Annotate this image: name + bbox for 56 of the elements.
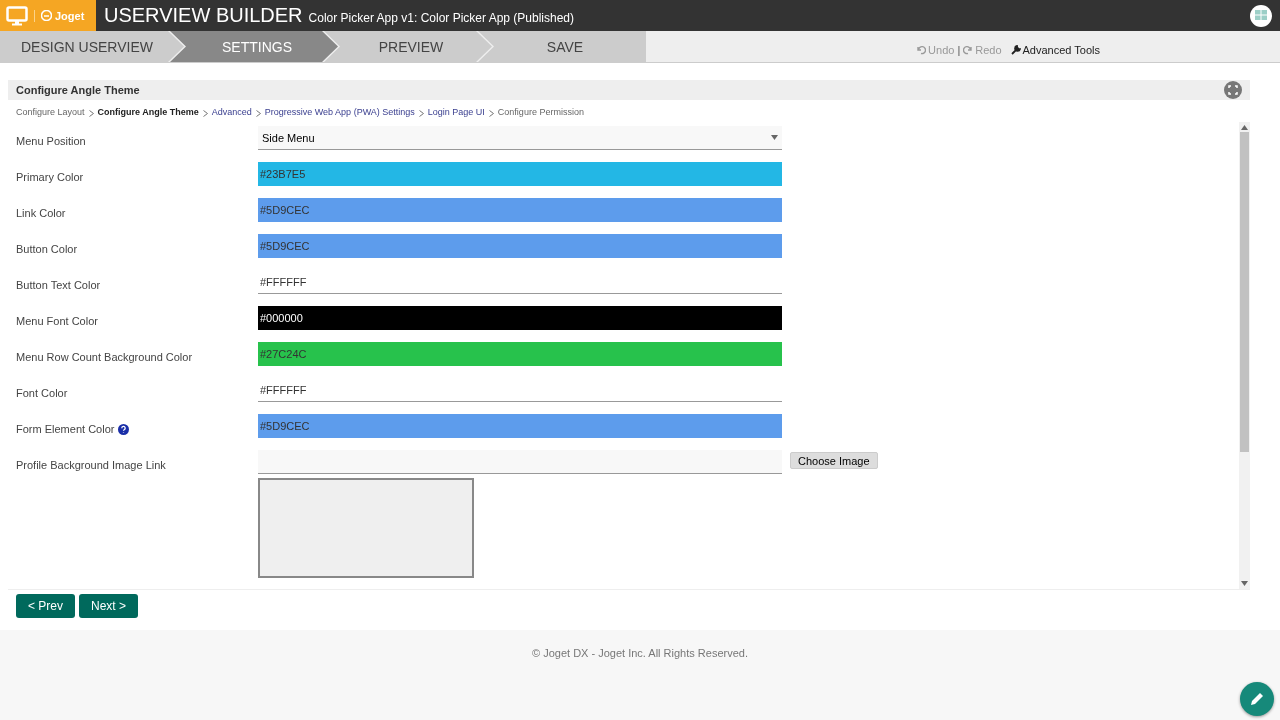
breadcrumb-item: Configure Angle Theme [97,107,199,117]
breadcrumb-item: Configure Layout [16,107,85,117]
chevron-icon [88,109,94,117]
color-field[interactable]: #27C24C [258,342,782,366]
advanced-tools-button[interactable]: Advanced Tools [1010,43,1100,56]
field-label: Menu Font Color [16,315,98,327]
chevron-icon [202,109,208,117]
color-field[interactable]: #5D9CEC [258,234,782,258]
color-field[interactable]: #23B7E5 [258,162,782,186]
chevron-icon [255,109,261,117]
select-field[interactable]: Side Menu [258,126,782,150]
wrench-icon [1010,44,1021,55]
app-subtitle: Color Picker App v1: Color Picker App (Published) [308,11,575,25]
scroll-down-icon[interactable] [1241,581,1248,586]
color-field[interactable]: #5D9CEC [258,198,782,222]
field-label: Form Element Color [16,423,115,435]
choose-image-button[interactable]: Choose Image [790,452,878,469]
step-tab[interactable]: SETTINGS [170,31,338,62]
scroll-up-icon[interactable] [1241,125,1248,130]
dropdown-arrow-icon [771,135,778,140]
separator: | [957,43,961,56]
chevron-icon [418,109,424,117]
input-field[interactable] [258,450,782,474]
breadcrumb-link[interactable]: Progressive Web App (PWA) Settings [264,107,415,117]
chevron-icon [488,109,494,117]
redo-icon [963,44,974,55]
breadcrumb-item: Configure Permission [497,107,584,117]
field-label: Button Text Color [16,279,101,291]
field-label: Menu Position [16,135,86,147]
breadcrumb-link[interactable]: Login Page UI [427,107,485,117]
help-icon[interactable] [118,423,130,435]
builder-title: USERVIEW BUILDER [104,4,303,27]
field-label: Button Color [16,243,78,255]
scrollbar-thumb[interactable] [1240,132,1249,452]
panel-title: Configure Angle Theme [16,84,140,96]
step-tab[interactable]: PREVIEW [324,31,492,62]
edit-button[interactable] [1240,682,1274,716]
field-label: Link Color [16,207,66,219]
color-field[interactable]: #5D9CEC [258,414,782,438]
field-label: Font Color [16,387,68,399]
logo-icon [41,10,52,21]
prev-button[interactable]: < Prev [16,594,75,618]
step-tab[interactable]: SAVE [478,31,646,62]
step-tab[interactable]: DESIGN USERVIEW [0,31,184,62]
field-label: Primary Color [16,171,84,183]
color-field[interactable]: #000000 [258,306,782,330]
fullscreen-icon[interactable] [1224,81,1242,99]
brand-logo: Joget [34,9,85,22]
breadcrumb-link[interactable]: Advanced [211,107,252,117]
next-button[interactable]: Next > [79,594,139,618]
pencil-icon [1249,691,1265,707]
undo-icon [916,44,927,55]
avatar-icon[interactable] [1250,4,1272,27]
field-label: Profile Background Image Link [16,459,166,471]
footer-text: © Joget DX - Joget Inc. All Rights Reserved. [531,646,749,659]
field-label: Menu Row Count Background Color [16,351,193,363]
